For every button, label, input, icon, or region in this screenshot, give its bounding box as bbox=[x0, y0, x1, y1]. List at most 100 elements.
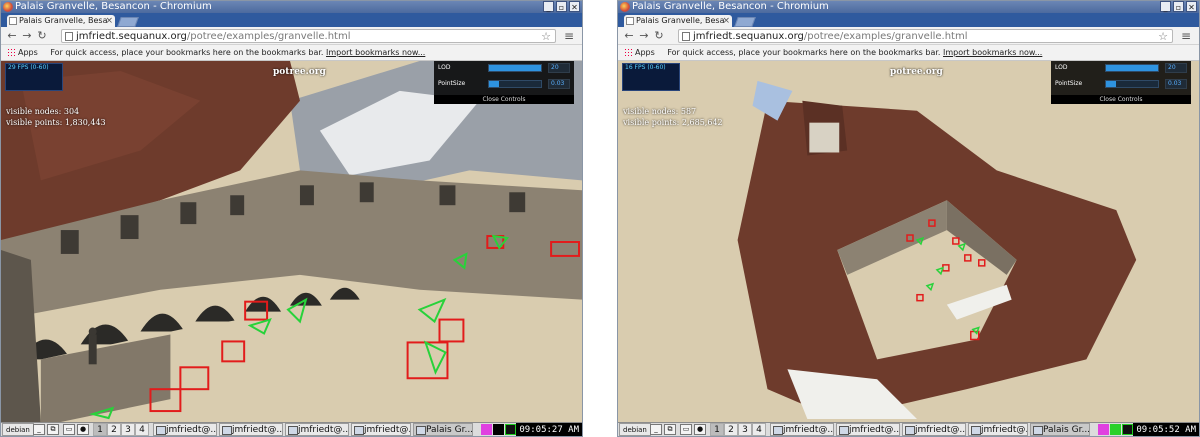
workspace-1[interactable]: 1 bbox=[93, 423, 107, 436]
visible-nodes: visible nodes: 587 bbox=[623, 107, 697, 116]
new-tab-button[interactable] bbox=[734, 17, 756, 27]
window-switch-icon[interactable]: ⧉ bbox=[664, 424, 676, 435]
browser-launcher-icon[interactable]: ● bbox=[694, 424, 706, 435]
lod-slider[interactable] bbox=[1105, 64, 1159, 72]
terminal-icon[interactable]: ▭ bbox=[63, 424, 75, 435]
workspace-3[interactable]: 3 bbox=[738, 423, 752, 436]
pointsize-label: PointSize bbox=[1055, 80, 1083, 87]
potree-viewport[interactable]: 16 FPS (0-60) potree.org visible nodes: … bbox=[618, 61, 1199, 422]
debian-menu-button[interactable]: debian bbox=[2, 423, 34, 436]
title-bar[interactable]: Palais Granvelle, Besancon - Chromium _ … bbox=[618, 1, 1199, 13]
page-icon bbox=[9, 17, 17, 25]
tab-granvelle[interactable]: Palais Granvelle, Besa × bbox=[7, 15, 115, 27]
task-terminal-1[interactable]: jmfriedt@... bbox=[153, 423, 217, 436]
tab-title: Palais Granvelle, Besa bbox=[636, 16, 725, 25]
clock: 09:05:52 AM bbox=[1133, 423, 1199, 436]
visible-points: visible points: 2,685,642 bbox=[623, 118, 723, 127]
scene-stats: visible nodes: 587 visible points: 2,685… bbox=[623, 106, 723, 128]
pager-swatch bbox=[1098, 424, 1109, 435]
workspace-4[interactable]: 4 bbox=[135, 423, 149, 436]
task-terminal-4[interactable]: jmfriedt@... bbox=[968, 423, 1028, 436]
terminal-icon[interactable]: ▭ bbox=[680, 424, 692, 435]
task-terminal-2[interactable]: jmfriedt@... bbox=[836, 423, 900, 436]
pointsize-control: PointSize 0.03 bbox=[1053, 78, 1189, 90]
workspace-4[interactable]: 4 bbox=[752, 423, 766, 436]
tab-close-icon[interactable]: × bbox=[722, 15, 730, 27]
task-chromium[interactable]: Palais Gr... bbox=[413, 423, 473, 436]
url-path: /potree/examples/granvelle.html bbox=[186, 31, 351, 42]
browser-launcher-icon[interactable]: ● bbox=[77, 424, 89, 435]
menu-icon[interactable]: ≡ bbox=[562, 29, 576, 43]
close-controls-button[interactable]: Close Controls bbox=[1051, 95, 1191, 104]
pager-swatch bbox=[1110, 424, 1121, 435]
fps-graph bbox=[625, 74, 677, 88]
lod-value-input[interactable]: 20 bbox=[1165, 63, 1187, 73]
task-chromium[interactable]: Palais Gr... bbox=[1030, 423, 1090, 436]
fps-label: 16 FPS (0-60) bbox=[625, 64, 666, 71]
tab-strip: Palais Granvelle, Besa × bbox=[1, 13, 582, 27]
apps-link[interactable]: Apps bbox=[635, 48, 655, 57]
workspace-1[interactable]: 1 bbox=[710, 423, 724, 436]
reload-icon[interactable]: ↻ bbox=[652, 29, 666, 43]
lod-slider-fill bbox=[1106, 65, 1158, 71]
chromium-logo-icon bbox=[3, 2, 13, 12]
address-bar[interactable]: jmfriedt.sequanux.org/potree/examples/gr… bbox=[61, 29, 556, 43]
minimize-button[interactable]: _ bbox=[543, 1, 554, 12]
bookmark-star-icon[interactable]: ☆ bbox=[541, 30, 551, 42]
forward-icon[interactable]: → bbox=[20, 29, 34, 43]
import-bookmarks-link[interactable]: Import bookmarks now... bbox=[943, 48, 1042, 57]
workspace-3[interactable]: 3 bbox=[121, 423, 135, 436]
taskbar: debian _ ⧉ ▭ ● 1 2 3 4 jmfriedt@... jmfr… bbox=[1, 422, 582, 436]
workspace-2[interactable]: 2 bbox=[724, 423, 738, 436]
title-bar[interactable]: Palais Granvelle, Besancon - Chromium _ … bbox=[1, 1, 582, 13]
visible-nodes: visible nodes: 304 bbox=[6, 107, 80, 116]
show-desktop-icon[interactable]: _ bbox=[33, 424, 45, 435]
minimize-button[interactable]: _ bbox=[1160, 1, 1171, 12]
window-title: Palais Granvelle, Besancon - Chromium bbox=[632, 1, 829, 12]
task-terminal-3[interactable]: jmfriedt@... bbox=[285, 423, 349, 436]
task-terminal-4[interactable]: jmfriedt@... bbox=[351, 423, 411, 436]
apps-link[interactable]: Apps bbox=[18, 48, 38, 57]
window-title: Palais Granvelle, Besancon - Chromium bbox=[15, 1, 212, 12]
new-tab-button[interactable] bbox=[117, 17, 139, 27]
maximize-button[interactable]: ▫ bbox=[1173, 1, 1184, 12]
lod-value-input[interactable]: 20 bbox=[548, 63, 570, 73]
import-bookmarks-link[interactable]: Import bookmarks now... bbox=[326, 48, 425, 57]
tab-close-icon[interactable]: × bbox=[105, 15, 113, 27]
task-terminal-2[interactable]: jmfriedt@... bbox=[219, 423, 283, 436]
fps-meter: 16 FPS (0-60) bbox=[622, 63, 680, 91]
close-button[interactable]: ✕ bbox=[1186, 1, 1197, 12]
potree-viewport[interactable]: 29 FPS (0-60) potree.org visible nodes: … bbox=[1, 61, 582, 422]
page-icon bbox=[682, 32, 690, 41]
apps-icon bbox=[7, 48, 15, 56]
forward-icon[interactable]: → bbox=[637, 29, 651, 43]
address-bar[interactable]: jmfriedt.sequanux.org/potree/examples/gr… bbox=[678, 29, 1173, 43]
pointsize-slider[interactable] bbox=[1105, 80, 1159, 88]
bookmarks-hint: For quick access, place your bookmarks h… bbox=[667, 48, 941, 57]
lod-slider[interactable] bbox=[488, 64, 542, 72]
task-terminal-3[interactable]: jmfriedt@... bbox=[902, 423, 966, 436]
pointsize-value-input[interactable]: 0.03 bbox=[548, 79, 570, 89]
bookmark-star-icon[interactable]: ☆ bbox=[1158, 30, 1168, 42]
close-button[interactable]: ✕ bbox=[569, 1, 580, 12]
tab-title: Palais Granvelle, Besa bbox=[19, 16, 108, 25]
show-desktop-icon[interactable]: _ bbox=[650, 424, 662, 435]
tab-granvelle[interactable]: Palais Granvelle, Besa × bbox=[624, 15, 732, 27]
task-terminal-1[interactable]: jmfriedt@... bbox=[770, 423, 834, 436]
bookmarks-bar: Apps For quick access, place your bookma… bbox=[1, 45, 582, 61]
page-icon bbox=[626, 17, 634, 25]
window-switch-icon[interactable]: ⧉ bbox=[47, 424, 59, 435]
debian-menu-button[interactable]: debian bbox=[619, 423, 651, 436]
back-icon[interactable]: ← bbox=[622, 29, 636, 43]
pager-swatch bbox=[481, 424, 492, 435]
close-controls-button[interactable]: Close Controls bbox=[434, 95, 574, 104]
pointsize-value-input[interactable]: 0.03 bbox=[1165, 79, 1187, 89]
menu-icon[interactable]: ≡ bbox=[1179, 29, 1193, 43]
workspace-2[interactable]: 2 bbox=[107, 423, 121, 436]
lod-label: LOD bbox=[438, 64, 451, 71]
back-icon[interactable]: ← bbox=[5, 29, 19, 43]
pointsize-slider[interactable] bbox=[488, 80, 542, 88]
url-host: jmfriedt.sequanux.org bbox=[693, 31, 804, 42]
reload-icon[interactable]: ↻ bbox=[35, 29, 49, 43]
maximize-button[interactable]: ▫ bbox=[556, 1, 567, 12]
